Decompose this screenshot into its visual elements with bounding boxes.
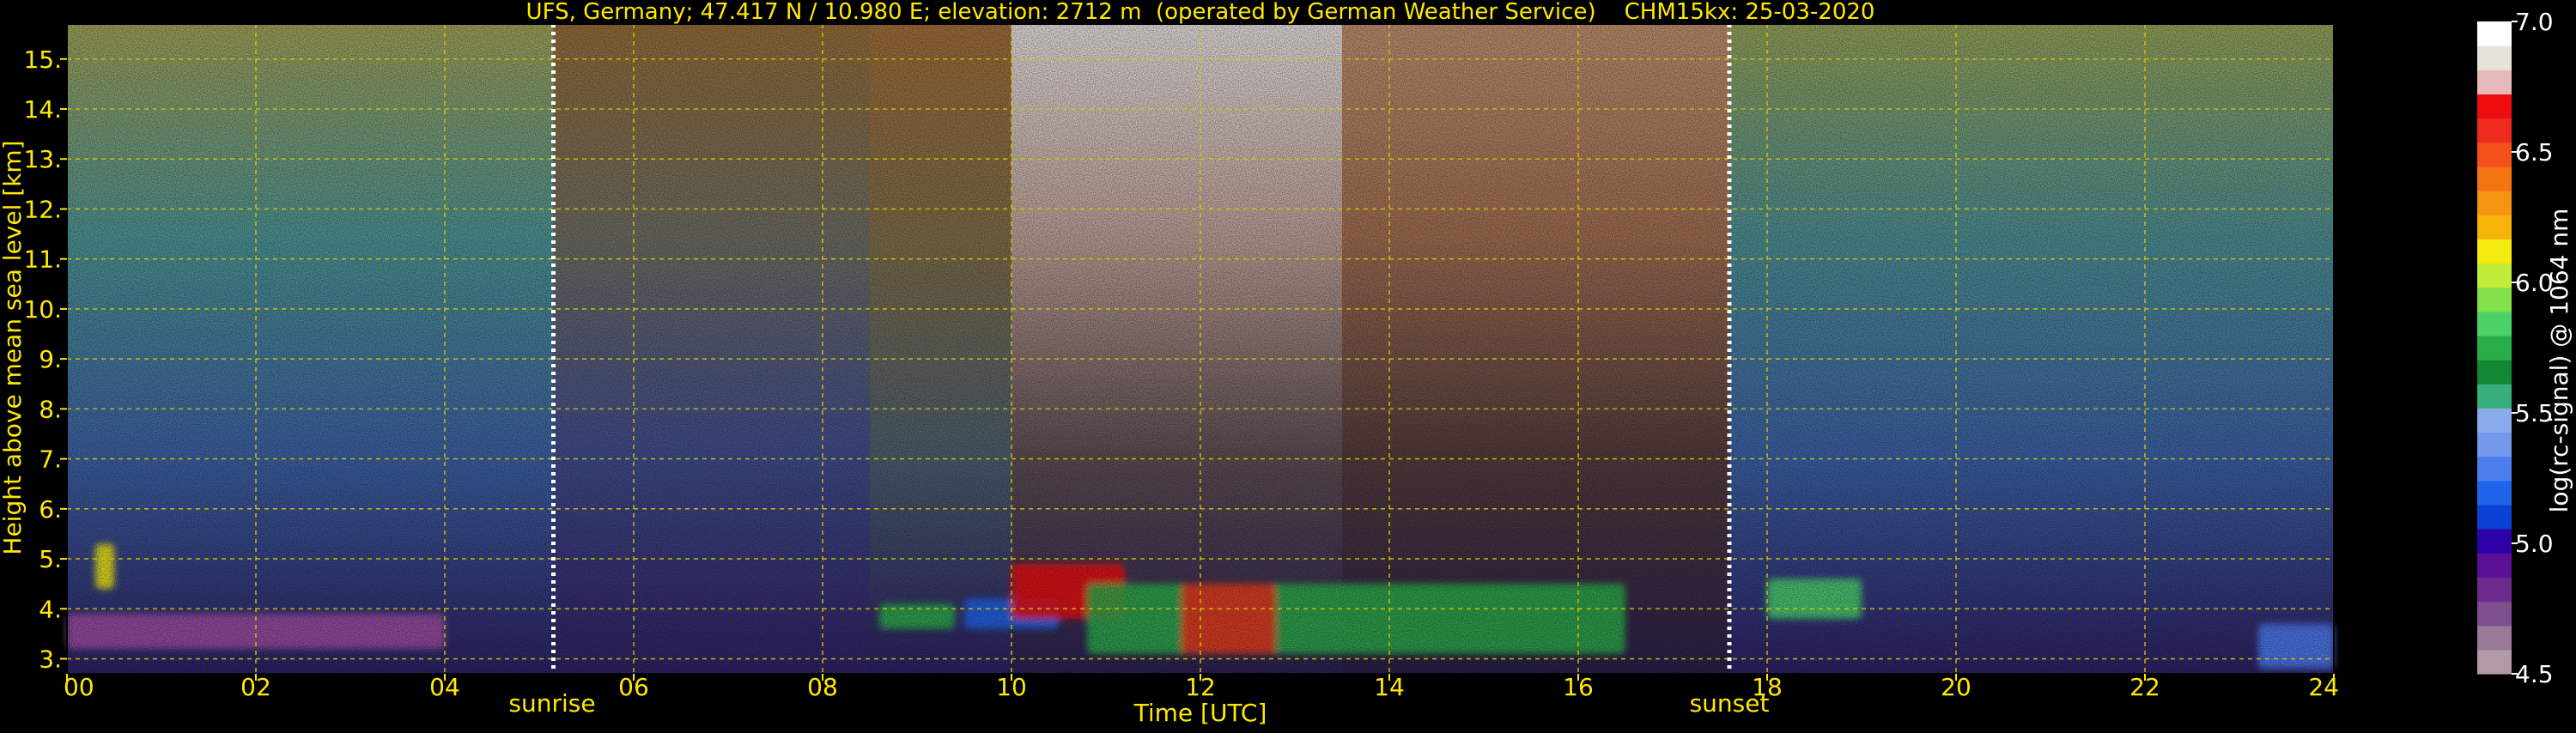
colorbar-segment (2477, 94, 2512, 119)
colorbar-segment (2477, 287, 2512, 312)
colorbar-segment (2477, 45, 2512, 70)
colorbar-segment (2477, 311, 2512, 336)
x-tick-label: 04 (429, 673, 460, 701)
colorbar-label: log(rc-signal) @ 1064 nm (2545, 209, 2573, 513)
colorbar-segment (2477, 70, 2512, 95)
colorbar-tick-label: 6.5 (2515, 138, 2554, 167)
y-axis-ticks: 3. 4. 5. 6. 7. 8. 9. 10. 11. 12. 13. 14. 15. (23, 45, 67, 674)
y-tick-label: 14. (23, 95, 62, 124)
x-tick-label: 08 (807, 673, 838, 701)
y-tick-label: 4. (39, 595, 62, 623)
colorbar-segment (2477, 239, 2512, 264)
colorbar-segment (2477, 408, 2512, 433)
y-tick-label: 11. (23, 245, 62, 274)
lidar-backscatter-chart: 00 02 04 06 08 10 12 14 16 18 20 22 24 3.4.5.6.7.8.9… (0, 0, 2573, 727)
colorbar-segment (2477, 21, 2512, 46)
colorbar-tick-label: 7.0 (2515, 8, 2554, 36)
colorbar-segment (2477, 191, 2512, 215)
colorbar-segment (2477, 553, 2512, 579)
colorbar-segment (2477, 649, 2512, 675)
colorbar-segment (2477, 577, 2512, 603)
sunset-label: sunset (1690, 689, 1770, 718)
y-tick-label: 8. (39, 395, 62, 423)
colorbar-segment (2477, 335, 2512, 360)
colorbar-segment (2477, 529, 2512, 554)
x-tick-label: 24 (2308, 673, 2339, 701)
colorbar-segment (2477, 504, 2512, 530)
colorbar-tick-label: 5.0 (2515, 530, 2554, 558)
x-axis-label: Time [UTC] (1133, 699, 1267, 727)
x-tick-label: 00 (64, 673, 94, 701)
x-tick-label: 20 (1941, 673, 1971, 701)
x-tick-label: 02 (240, 673, 271, 701)
x-axis-ticks: 00 02 04 06 08 10 12 14 16 18 20 22 24 (64, 673, 2339, 701)
colorbar-segment (2477, 480, 2512, 506)
colorbar-segment (2477, 166, 2512, 191)
colorbar-tick-label: 4.5 (2515, 660, 2554, 688)
colorbar-segment (2477, 263, 2512, 288)
y-tick-label: 13. (23, 145, 62, 173)
x-tick-label: 14 (1374, 673, 1405, 701)
colorbar-segment (2477, 601, 2512, 627)
colorbar-segment (2477, 625, 2512, 651)
y-tick-label: 9. (39, 345, 62, 373)
y-tick-label: 15. (23, 45, 62, 74)
y-axis-label: Height above mean sea level [km] (0, 140, 27, 554)
x-tick-label: 12 (1185, 673, 1216, 701)
colorbar-segment (2477, 118, 2512, 143)
colorbar-segment (2477, 360, 2512, 385)
y-tick-label: 12. (23, 195, 62, 223)
y-tick-label: 3. (39, 645, 62, 674)
colorbar-segment (2477, 142, 2512, 167)
sunrise-label: sunrise (508, 689, 595, 718)
chart-title: UFS, Germany; 47.417 N / 10.980 E; eleva… (526, 0, 1875, 25)
colorbar: 4.55.05.56.06.57.0 (2477, 8, 2554, 688)
y-tick-label: 6. (39, 495, 62, 524)
colorbar-segment (2477, 456, 2512, 482)
x-tick-label: 22 (2129, 673, 2160, 701)
y-tick-label: 10. (23, 295, 62, 324)
x-tick-label: 10 (996, 673, 1027, 701)
x-tick-label: 16 (1563, 673, 1594, 701)
y-tick-label: 7. (39, 445, 62, 474)
x-tick-label: 06 (618, 673, 649, 701)
colorbar-segment (2477, 432, 2512, 457)
colorbar-segment (2477, 215, 2512, 239)
y-tick-label: 5. (39, 545, 62, 573)
colorbar-segment (2477, 384, 2512, 409)
